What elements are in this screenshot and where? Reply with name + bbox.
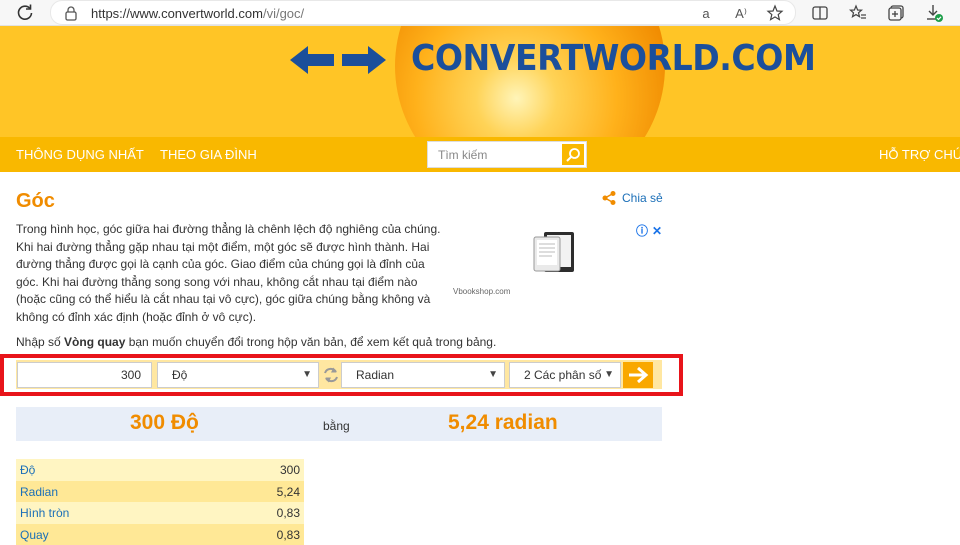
table-row: Quay 0,83: [16, 524, 304, 545]
chevron-down-icon: ▼: [488, 363, 498, 387]
decimals-select[interactable]: 2 Các phân số▼: [509, 362, 621, 388]
instruction-text: Nhập số Vòng quay bạn muốn chuyển đổi tr…: [16, 335, 496, 349]
search-input[interactable]: [428, 142, 560, 167]
url-path: /vi/goc/: [263, 6, 304, 21]
arrow-right-icon: [627, 366, 649, 384]
browser-toolbar: https://www.convertworld.com/vi/goc/ aあ …: [0, 0, 960, 26]
results-table: Độ 300 Radian 5,24 Hình tròn 0,83 Quay 0…: [16, 459, 304, 545]
chevron-down-icon: ▼: [602, 363, 614, 387]
from-unit-select[interactable]: Độ ▼: [157, 362, 319, 388]
share-label: Chia sẻ: [622, 191, 663, 205]
result-to: 5,24 radian: [448, 411, 558, 435]
unit-link-radian[interactable]: Radian: [20, 485, 58, 499]
table-row: Radian 5,24: [16, 481, 304, 503]
unit-value: 0,83: [277, 528, 300, 542]
unit-value: 5,24: [277, 485, 300, 499]
ad-choices-icon[interactable]: ⓘ✕: [636, 222, 666, 239]
search-box: [427, 141, 587, 168]
instruction-post: bạn muốn chuyển đổi trong hộp văn bản, đ…: [125, 335, 496, 349]
main-nav: THÔNG DỤNG NHẤT THEO GIA ĐÌNH HỖ TRỢ CHÚ…: [0, 137, 960, 172]
swap-units-button[interactable]: [321, 364, 341, 386]
nav-item-by-family[interactable]: THEO GIA ĐÌNH: [160, 147, 257, 162]
ereader-image: [530, 229, 578, 275]
page-title: Góc: [16, 190, 55, 213]
split-screen-icon[interactable]: [810, 3, 830, 23]
share-button[interactable]: Chia sẻ: [601, 190, 663, 206]
read-aloud-icon[interactable]: aあ: [696, 4, 716, 24]
table-row: Độ 300: [16, 459, 304, 481]
decimals-value: 2 Các phân số: [524, 368, 601, 382]
address-bar[interactable]: https://www.convertworld.com/vi/goc/ aあ …: [50, 0, 796, 25]
unit-link-turn[interactable]: Quay: [20, 528, 49, 542]
from-unit-value: Độ: [172, 368, 187, 382]
unit-link-degree[interactable]: Độ: [20, 463, 35, 477]
site-header: CONVERTWORLD.COM: [0, 26, 960, 137]
result-from: 300 Độ: [130, 411, 199, 435]
reload-icon[interactable]: [14, 2, 36, 24]
result-bar: 300 Độ bằng 5,24 radian: [16, 407, 662, 441]
site-logo[interactable]: CONVERTWORLD.COM: [411, 38, 815, 79]
convert-button[interactable]: [623, 362, 653, 388]
url-host: https://www.convertworld.com: [91, 6, 263, 21]
search-icon: [565, 147, 581, 163]
swap-icon: [321, 364, 341, 386]
favorites-icon[interactable]: [848, 3, 868, 23]
instruction-pre: Nhập số: [16, 335, 64, 349]
chevron-down-icon: ▼: [302, 363, 312, 387]
to-unit-value: Radian: [356, 368, 394, 382]
favorite-star-icon[interactable]: [765, 4, 785, 24]
collections-icon[interactable]: [886, 3, 906, 23]
converter-row: 300 Độ▼ Radian▼ 2 Các phân số▼: [16, 360, 662, 389]
logo-arrows-icon[interactable]: [288, 42, 388, 78]
search-button[interactable]: [562, 144, 584, 165]
unit-value: 0,83: [277, 506, 300, 520]
url-text[interactable]: https://www.convertworld.com/vi/goc/: [91, 6, 304, 21]
ad-banner[interactable]: Vbookshop.com ⓘ✕: [450, 221, 665, 307]
downloads-icon[interactable]: [924, 3, 944, 23]
nav-item-support[interactable]: HỖ TRỢ CHÚNG: [879, 147, 960, 162]
lock-icon[interactable]: [63, 5, 79, 21]
nav-item-most-common[interactable]: THÔNG DỤNG NHẤT: [16, 147, 144, 162]
to-unit-select[interactable]: Radian ▼: [341, 362, 505, 388]
table-row: Hình tròn 0,83: [16, 502, 304, 524]
instruction-bold: Vòng quay: [64, 335, 125, 349]
text-size-icon[interactable]: A⁾: [731, 4, 751, 24]
unit-value: 300: [280, 463, 300, 477]
share-icon: [601, 190, 617, 206]
value-input[interactable]: 300: [17, 362, 152, 388]
result-equals: bằng: [323, 419, 350, 433]
ad-label: Vbookshop.com: [453, 287, 510, 296]
unit-link-circle[interactable]: Hình tròn: [20, 506, 69, 520]
intro-text: Trong hình học, góc giữa hai đường thẳng…: [16, 221, 448, 327]
